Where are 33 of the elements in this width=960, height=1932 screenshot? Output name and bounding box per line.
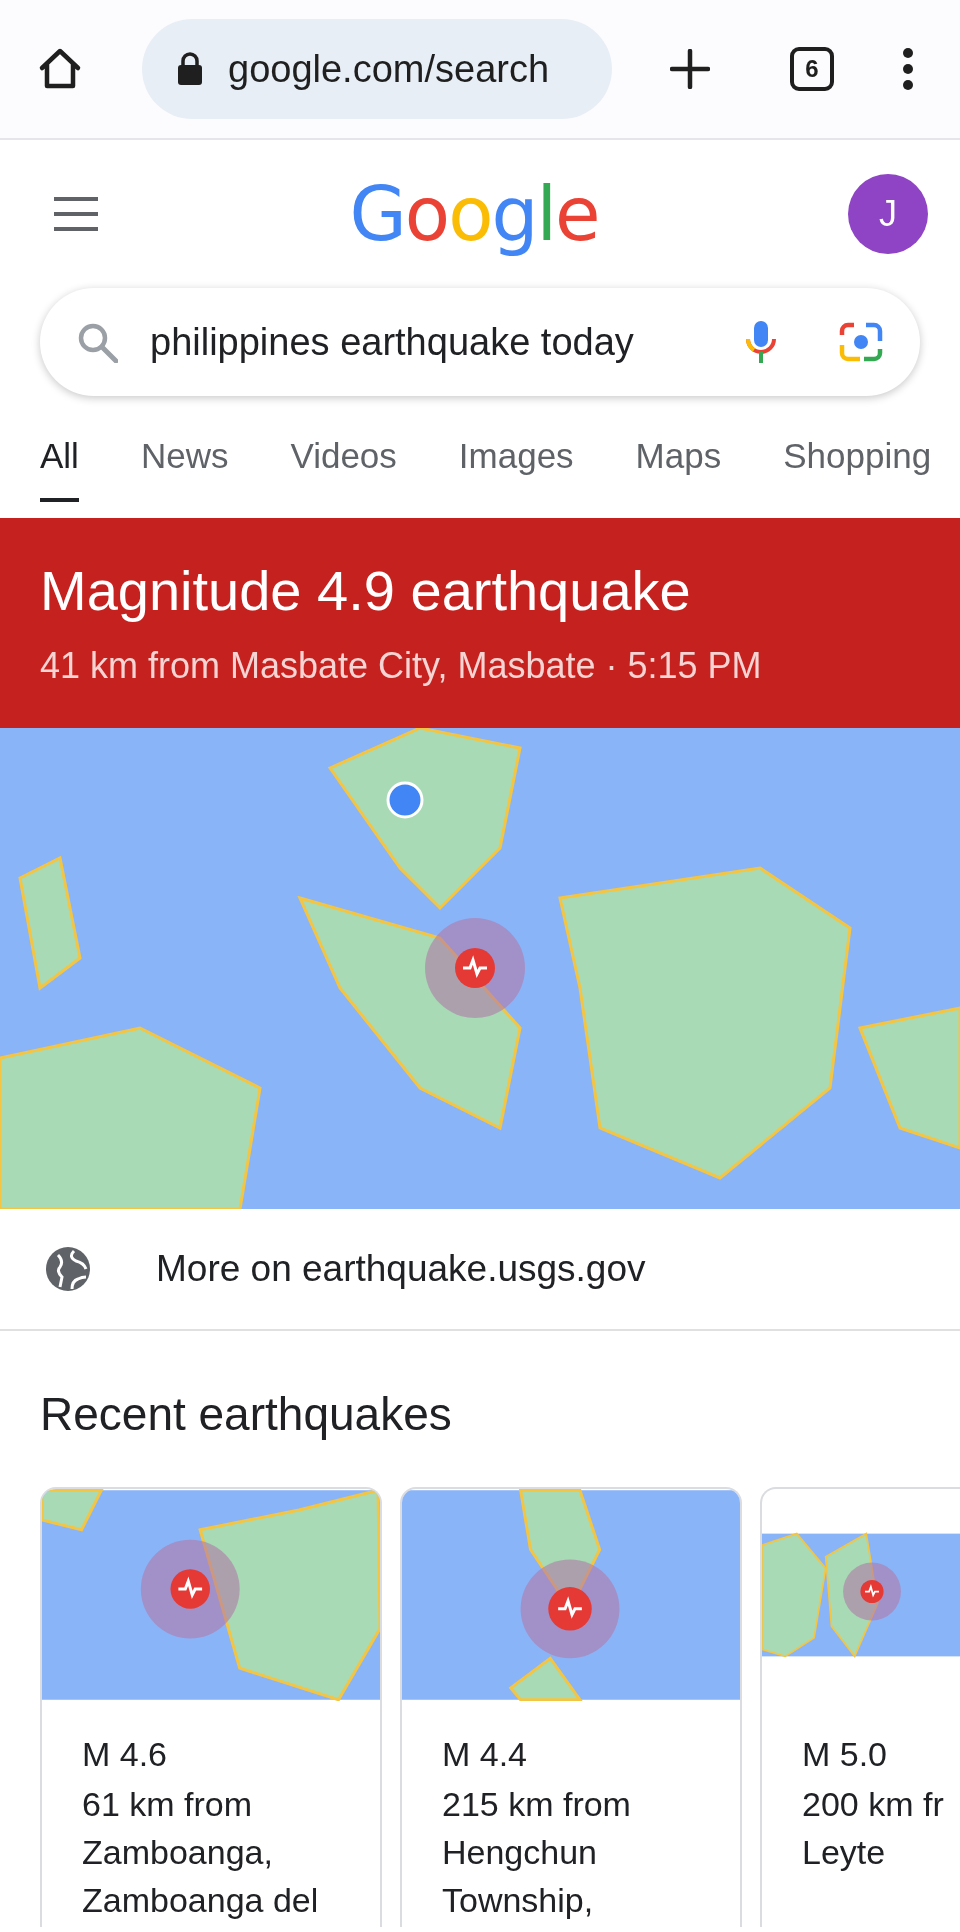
earthquake-card[interactable]: M 5.0 200 km fr Leyte xyxy=(760,1487,960,1927)
magnitude-text: M 4.6 xyxy=(82,1735,169,1774)
search-field[interactable]: philippines earthquake today xyxy=(40,288,920,396)
account-avatar[interactable]: J xyxy=(848,174,928,254)
more-menu-icon[interactable] xyxy=(902,47,914,91)
tab-count-button[interactable]: 6 xyxy=(790,47,834,91)
location-text: 61 km from Zamboanga, Zamboanga del xyxy=(82,1784,320,1921)
search-tab[interactable]: News xyxy=(140,414,229,502)
alert-subtitle: 41 km from Masbate City, Masbate · 5:15 PM xyxy=(40,645,763,687)
section-heading: Recent earthquakes xyxy=(40,1387,453,1441)
url-text: google.com/search xyxy=(228,47,550,91)
new-tab-icon[interactable] xyxy=(670,49,710,89)
search-tab[interactable]: Images xyxy=(458,414,574,502)
search-tab[interactable]: Shopping xyxy=(783,414,932,502)
search-tab[interactable]: Maps xyxy=(635,414,722,502)
camera-lens-icon[interactable] xyxy=(838,321,884,363)
magnitude-text: M 5.0 xyxy=(802,1735,889,1774)
search-tab[interactable]: All xyxy=(40,414,79,502)
google-logo[interactable]: Google xyxy=(349,171,599,257)
location-text: 215 km from Hengchun Township, xyxy=(442,1784,632,1921)
magnitude-text: M 4.4 xyxy=(442,1735,529,1774)
location-text: 200 km fr Leyte xyxy=(802,1784,945,1873)
search-tab[interactable]: Videos xyxy=(290,414,397,502)
lock-icon xyxy=(176,51,204,87)
source-link[interactable]: More on earthquake.usgs.gov xyxy=(0,1209,960,1331)
alert-title: Magnitude 4.9 earthquake xyxy=(40,558,692,623)
earthquake-card[interactable]: M 4.6 61 km from Zamboanga, Zamboanga del xyxy=(40,1487,382,1927)
globe-icon xyxy=(44,1245,92,1293)
menu-icon[interactable] xyxy=(52,196,100,232)
microphone-icon[interactable] xyxy=(744,319,778,365)
address-bar[interactable]: google.com/search xyxy=(142,19,612,119)
earthquake-card[interactable]: M 4.4 215 km from Hengchun Township, xyxy=(400,1487,742,1927)
search-icon[interactable] xyxy=(76,321,118,363)
